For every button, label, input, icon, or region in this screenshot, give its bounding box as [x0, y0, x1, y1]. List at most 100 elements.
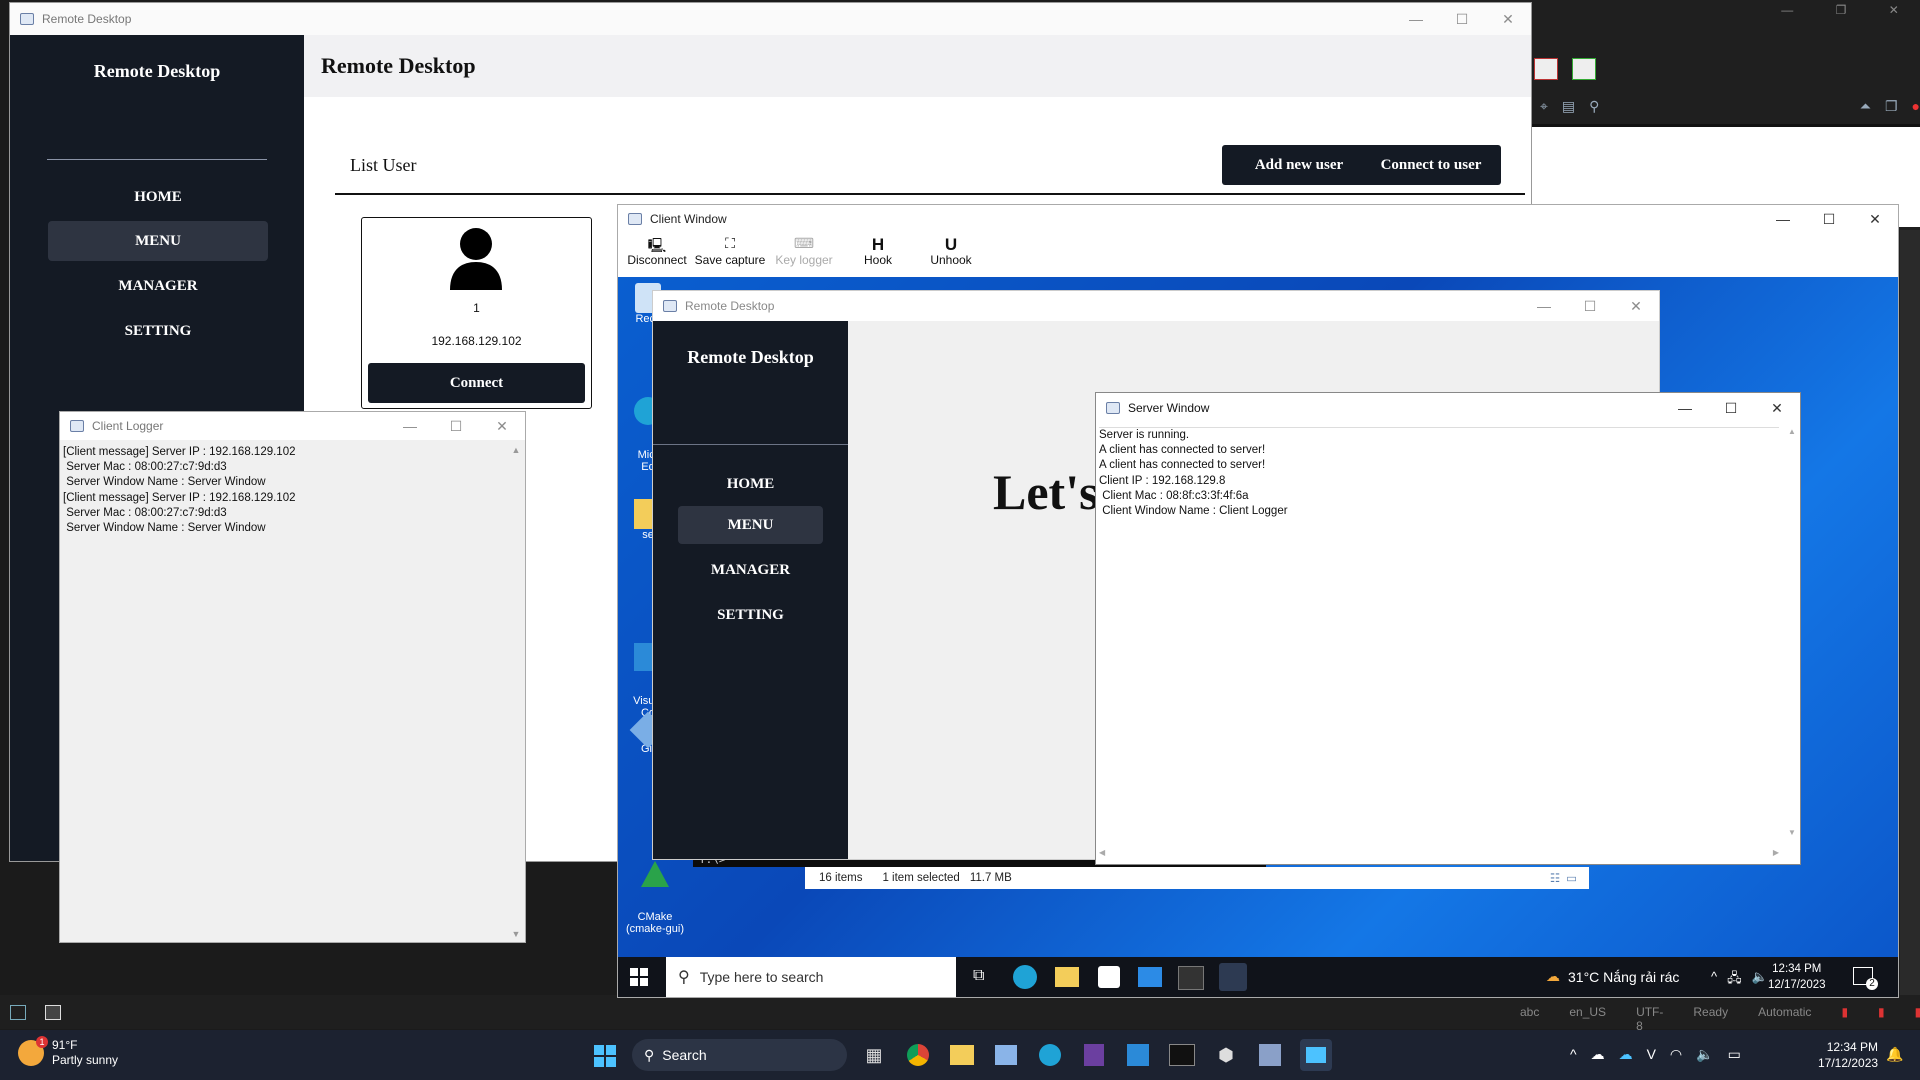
scroll-up-icon[interactable]: ▲ — [509, 445, 523, 455]
minimize-button[interactable]: — — [1760, 205, 1806, 233]
spell-icon[interactable]: abc — [1520, 1005, 1539, 1033]
up-icon[interactable]: ⏶ — [1860, 98, 1871, 118]
unhook-button[interactable]: U Unhook — [916, 235, 986, 267]
server-vscroll[interactable]: ▲ ▼ — [1786, 427, 1798, 837]
volume-icon[interactable]: 🔈 — [1696, 1046, 1713, 1063]
disconnect-button[interactable]: 🖳 Disconnect — [622, 235, 692, 267]
minimize-button[interactable]: — — [387, 412, 433, 440]
bookmark-icon-3[interactable]: ▮ — [1915, 1005, 1920, 1033]
inner-nav-menu[interactable]: MENU — [678, 506, 823, 544]
status-encoding[interactable]: UTF-8 — [1636, 1005, 1663, 1033]
close-button[interactable]: ✕ — [479, 412, 525, 440]
remote-desktop-app-icon[interactable] — [1300, 1039, 1332, 1071]
minimize-icon[interactable]: — — [1781, 3, 1793, 17]
visual-studio-icon[interactable] — [1080, 1041, 1108, 1069]
close-button[interactable]: ✕ — [1485, 3, 1531, 35]
battery-icon[interactable]: ▭ — [1728, 1046, 1741, 1063]
chevron-up-icon[interactable]: ^ — [1570, 1046, 1577, 1063]
store-taskbar-icon[interactable] — [1098, 966, 1120, 988]
status-mode[interactable]: Automatic — [1758, 1005, 1811, 1033]
taskview-icon[interactable]: ⧉ — [973, 967, 984, 985]
scroll-down-icon[interactable]: ▼ — [1786, 828, 1798, 837]
window-icon[interactable]: ❐ — [1885, 98, 1898, 118]
minimize-button[interactable]: — — [1521, 291, 1567, 321]
tiles-view-icon[interactable]: ▭ — [1566, 871, 1577, 885]
edge-taskbar-icon[interactable] — [1013, 965, 1037, 989]
sidebar-item-setting[interactable]: SETTING — [48, 311, 268, 351]
windows-start-icon[interactable] — [630, 968, 648, 986]
scroll-left-icon[interactable]: ◀ — [1099, 848, 1105, 860]
terminal-icon[interactable] — [1168, 1041, 1196, 1069]
network-icon[interactable]: 🖧 — [1727, 969, 1742, 991]
cloud-icon[interactable]: ☁ — [1591, 1046, 1605, 1063]
maximize-button[interactable]: ☐ — [1567, 291, 1613, 321]
key-logger-button[interactable]: ⌨ Key logger — [768, 235, 840, 267]
explorer-taskbar-icon[interactable] — [1055, 967, 1079, 987]
terminal-taskbar-icon[interactable] — [1178, 966, 1204, 990]
bg-toolbar-icon-a[interactable] — [1534, 58, 1558, 80]
file-icon[interactable]: ▤ — [1562, 98, 1575, 118]
inner-nav-manager[interactable]: MANAGER — [678, 551, 823, 589]
remote-app-taskbar-icon[interactable] — [1219, 963, 1247, 991]
taskview-icon[interactable]: ▦ — [860, 1041, 888, 1069]
sidebar-item-manager[interactable]: MANAGER — [48, 266, 268, 306]
add-user-button[interactable]: Add new user — [1222, 145, 1376, 185]
panel-icon-2[interactable] — [45, 1005, 61, 1020]
maximize-button[interactable]: ☐ — [1806, 205, 1852, 233]
edge-icon[interactable] — [1036, 1041, 1064, 1069]
chevron-up-icon[interactable]: ^ — [1711, 969, 1717, 991]
record-icon[interactable]: ● — [1912, 98, 1920, 118]
restore-icon[interactable]: ❐ — [1836, 3, 1847, 17]
minimize-button[interactable]: — — [1393, 3, 1439, 35]
onedrive-icon[interactable]: ☁ — [1619, 1046, 1633, 1063]
bg-scrollbar[interactable] — [1900, 230, 1920, 1010]
server-log[interactable]: Server is running. A client has connecte… — [1099, 427, 1779, 838]
close-icon[interactable]: ✕ — [1889, 3, 1899, 17]
bookmark-icon[interactable]: ▮ — [1841, 1005, 1848, 1033]
status-lang[interactable]: en_US — [1569, 1005, 1606, 1033]
vpn-icon[interactable]: V — [1647, 1046, 1656, 1063]
save-capture-button[interactable]: ⛶ Save capture — [692, 235, 768, 267]
remote-clock[interactable]: 12:34 PM 12/17/2023 — [1768, 961, 1826, 993]
bell-icon[interactable]: 🔔 — [1886, 1046, 1903, 1063]
vscode-icon[interactable] — [1124, 1041, 1152, 1069]
host-start-icon[interactable] — [594, 1045, 616, 1067]
client-logger-log[interactable]: [Client message] Server IP : 192.168.129… — [63, 445, 503, 935]
bg-toolbar-icon-b[interactable] — [1572, 58, 1596, 80]
connect-to-user-button[interactable]: Connect to user — [1361, 145, 1501, 185]
file-explorer-icon[interactable] — [948, 1041, 976, 1069]
host-search-box[interactable]: ⚲ Search — [632, 1039, 847, 1071]
sidebar-item-menu[interactable]: MENU — [48, 221, 268, 261]
hook-button[interactable]: H Hook — [840, 235, 916, 267]
bookmark-icon-2[interactable]: ▮ — [1878, 1005, 1885, 1033]
host-weather[interactable]: 1 91°F Partly sunny — [18, 1036, 118, 1068]
details-view-icon[interactable]: ☷ — [1550, 871, 1560, 885]
sidebar-item-home[interactable]: HOME — [48, 177, 268, 217]
notification-icon[interactable]: 2 — [1853, 967, 1878, 990]
chrome-icon[interactable] — [904, 1041, 932, 1069]
remote-tool-icon[interactable] — [1256, 1041, 1284, 1069]
maximize-button[interactable]: ☐ — [1708, 393, 1754, 423]
maximize-button[interactable]: ☐ — [433, 412, 479, 440]
scroll-right-icon[interactable]: ▶ — [1773, 848, 1779, 860]
mail-taskbar-icon[interactable] — [1138, 967, 1162, 987]
photos-icon[interactable] — [992, 1041, 1020, 1069]
panel-icon[interactable] — [10, 1005, 26, 1020]
maximize-button[interactable]: ☐ — [1439, 3, 1485, 35]
close-button[interactable]: ✕ — [1754, 393, 1800, 423]
virtualbox-icon[interactable]: ⬢ — [1212, 1041, 1240, 1069]
close-button[interactable]: ✕ — [1613, 291, 1659, 321]
wifi-icon[interactable]: ◠ — [1670, 1046, 1682, 1063]
volume-icon[interactable]: 🔈 — [1752, 969, 1768, 991]
target-icon[interactable]: ⌖ — [1540, 98, 1548, 118]
scroll-down-icon[interactable]: ▼ — [509, 929, 523, 939]
inner-nav-setting[interactable]: SETTING — [678, 596, 823, 634]
host-clock[interactable]: 12:34 PM 17/12/2023 — [1818, 1039, 1878, 1071]
close-button[interactable]: ✕ — [1852, 205, 1898, 233]
search-icon[interactable]: ⚲ — [1589, 98, 1599, 118]
remote-search-box[interactable]: ⚲ Type here to search — [666, 957, 956, 997]
server-hscroll[interactable]: ◀ ▶ — [1099, 848, 1779, 860]
log-scrollbar[interactable]: ▲ ▼ — [509, 445, 523, 939]
connect-button[interactable]: Connect — [368, 363, 585, 403]
inner-nav-home[interactable]: HOME — [678, 465, 823, 503]
